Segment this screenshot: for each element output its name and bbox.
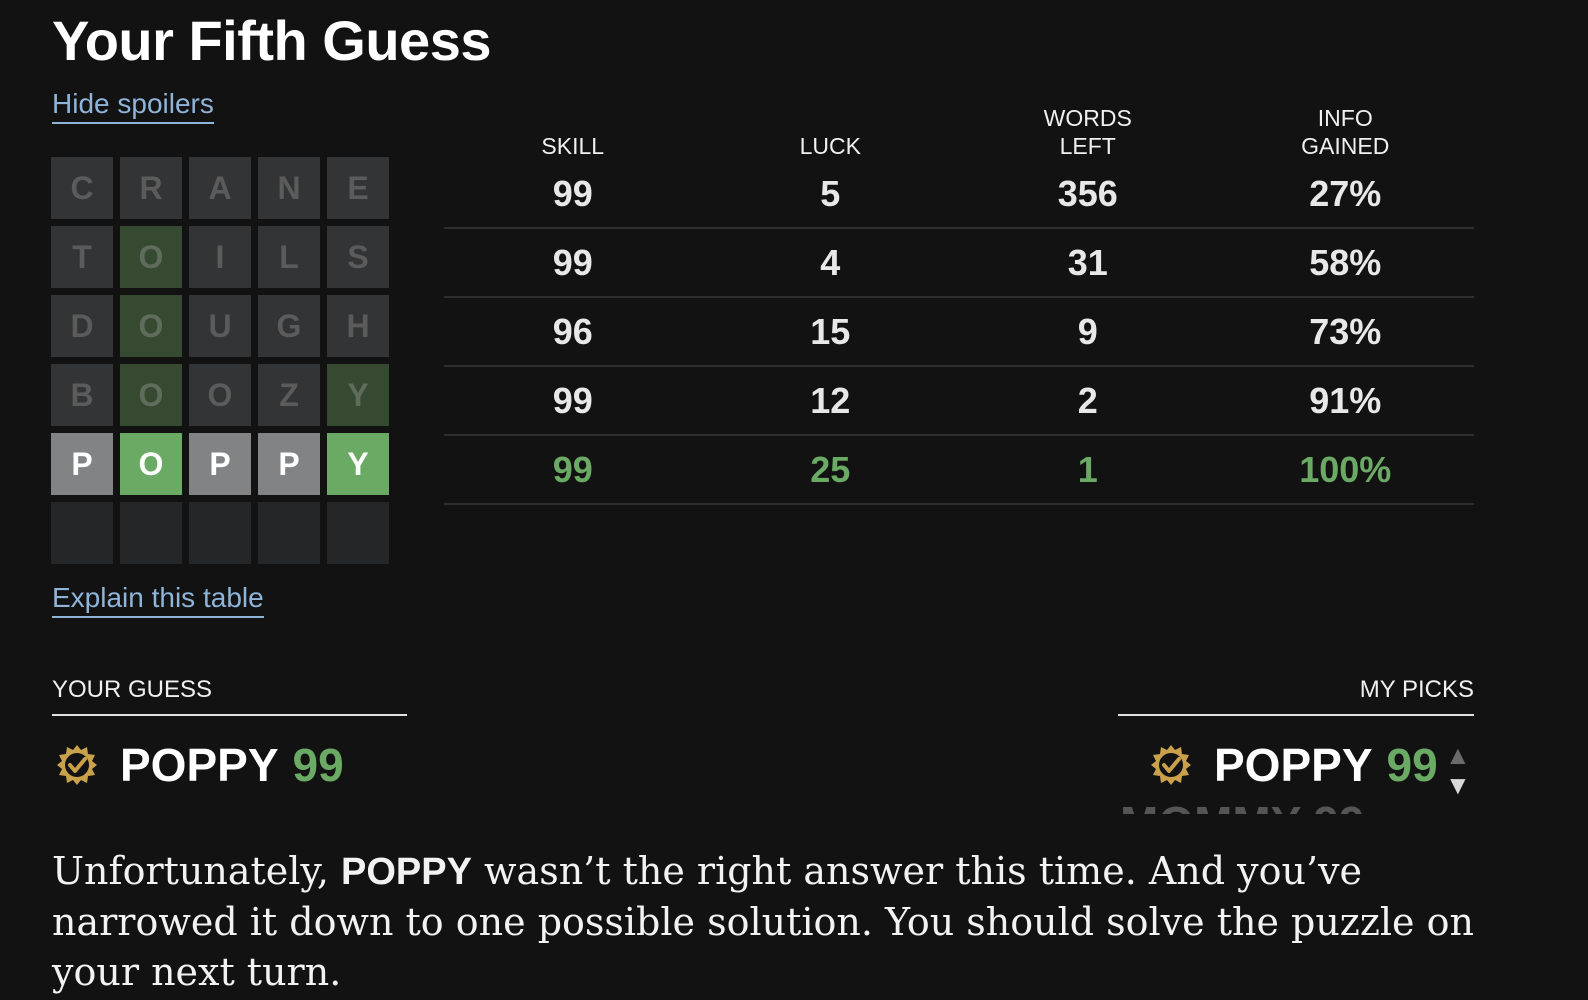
letter-tile	[51, 502, 113, 564]
table-cell: 91%	[1309, 379, 1382, 421]
letter-tile: G	[258, 295, 320, 357]
arrow-down-icon[interactable]: ▼	[1445, 770, 1471, 800]
board-row: TOILS	[51, 226, 396, 288]
your-guess-score: 99	[292, 739, 344, 791]
letter-tile: I	[189, 226, 251, 288]
message-before: Unfortunately,	[52, 849, 341, 893]
next-pick-peek: MOMMY 99	[1120, 800, 1440, 814]
table-row: 99 12 2 91%	[444, 367, 1474, 436]
arrow-up-icon[interactable]: ▲	[1445, 740, 1471, 770]
column-header-line: LEFT	[1059, 133, 1116, 159]
letter-tile	[327, 502, 389, 564]
table-cell: 96	[552, 310, 593, 352]
your-guess-word: POPPY	[120, 739, 279, 791]
letter-tile: N	[258, 157, 320, 219]
table-cell: 4	[820, 241, 841, 283]
column-header-line: SKILL	[541, 133, 605, 159]
table-cell: 2	[1077, 379, 1098, 421]
table-cell: 27%	[1309, 172, 1382, 214]
table-cell: 25	[810, 448, 851, 490]
board-row: BOOZY	[51, 364, 396, 426]
table-row: 99 4 31 58%	[444, 229, 1474, 298]
table-cell: 99	[552, 448, 593, 490]
letter-tile	[120, 502, 182, 564]
my-pick-score: 99	[1386, 739, 1438, 791]
letter-tile: S	[327, 226, 389, 288]
letter-tile: O	[189, 364, 251, 426]
board-row	[51, 502, 396, 564]
your-guess-result: POPPY 99	[56, 738, 344, 792]
letter-tile: U	[189, 295, 251, 357]
message-word: POPPY	[340, 851, 472, 893]
your-guess-label: YOUR GUESS	[52, 676, 407, 716]
board-row: POPPY	[51, 433, 396, 495]
my-picks-label: MY PICKS	[1118, 676, 1474, 716]
hide-spoilers-link[interactable]: Hide spoilers	[52, 88, 214, 124]
column-header: SKILL	[444, 132, 702, 160]
pick-scroll-control[interactable]: ▲ ▼	[1445, 740, 1471, 800]
my-pick-result: POPPY 99	[1150, 738, 1438, 792]
table-cell: 15	[810, 310, 851, 352]
table-cell: 356	[1057, 172, 1118, 214]
column-header-line: WORDS	[1043, 105, 1132, 131]
letter-tile: T	[51, 226, 113, 288]
stats-table: SKILL LUCK WORDS LEFT INFO GAINED 99 5 356 27% 99…	[444, 98, 1474, 505]
stats-header-row: SKILL LUCK WORDS LEFT INFO GAINED	[444, 98, 1474, 160]
result-message: Unfortunately, POPPY wasn’t the right an…	[52, 846, 1492, 997]
explain-table-link[interactable]: Explain this table	[52, 582, 264, 618]
table-cell: 31	[1067, 241, 1108, 283]
letter-tile: O	[120, 295, 182, 357]
column-header-line: INFO	[1317, 105, 1373, 131]
table-cell: 99	[552, 241, 593, 283]
letter-tile: Z	[258, 364, 320, 426]
letter-tile: P	[51, 433, 113, 495]
letter-tile: B	[51, 364, 113, 426]
letter-tile: O	[120, 226, 182, 288]
letter-tile: O	[120, 433, 182, 495]
table-cell: 73%	[1309, 310, 1382, 352]
letter-tile: A	[189, 157, 251, 219]
table-cell: 99	[552, 379, 593, 421]
check-badge-icon	[1151, 745, 1191, 785]
letter-tile: D	[51, 295, 113, 357]
table-cell: 12	[810, 379, 851, 421]
letter-tile: P	[258, 433, 320, 495]
letter-tile: L	[258, 226, 320, 288]
letter-tile	[189, 502, 251, 564]
board-row: DOUGH	[51, 295, 396, 357]
column-header-line: LUCK	[799, 133, 861, 159]
letter-tile	[258, 502, 320, 564]
page-title: Your Fifth Guess	[52, 9, 492, 72]
letter-tile: E	[327, 157, 389, 219]
table-cell: 9	[1077, 310, 1098, 352]
next-pick-word: MOMMY 99	[1120, 800, 1440, 814]
table-cell: 58%	[1309, 241, 1382, 283]
letter-tile: P	[189, 433, 251, 495]
table-row: 96 15 9 73%	[444, 298, 1474, 367]
table-cell: 99	[552, 172, 593, 214]
table-row: 99 5 356 27%	[444, 160, 1474, 229]
letter-tile: Y	[327, 364, 389, 426]
column-header: INFO GAINED	[1217, 104, 1475, 160]
check-badge-icon	[57, 745, 97, 785]
table-row: 99 25 1 100%	[444, 436, 1474, 505]
letter-tile: C	[51, 157, 113, 219]
my-pick-word: POPPY	[1214, 739, 1373, 791]
table-cell: 100%	[1299, 448, 1392, 490]
table-cell: 1	[1077, 448, 1098, 490]
column-header: WORDS LEFT	[959, 104, 1217, 160]
letter-tile: R	[120, 157, 182, 219]
column-header: LUCK	[702, 132, 960, 160]
table-cell: 5	[820, 172, 841, 214]
board-row: CRANE	[51, 157, 396, 219]
letter-tile: O	[120, 364, 182, 426]
column-header-line: GAINED	[1301, 133, 1390, 159]
letter-tile: Y	[327, 433, 389, 495]
letter-tile: H	[327, 295, 389, 357]
guess-board: CRANETOILSDOUGHBOOZYPOPPY	[51, 157, 396, 571]
